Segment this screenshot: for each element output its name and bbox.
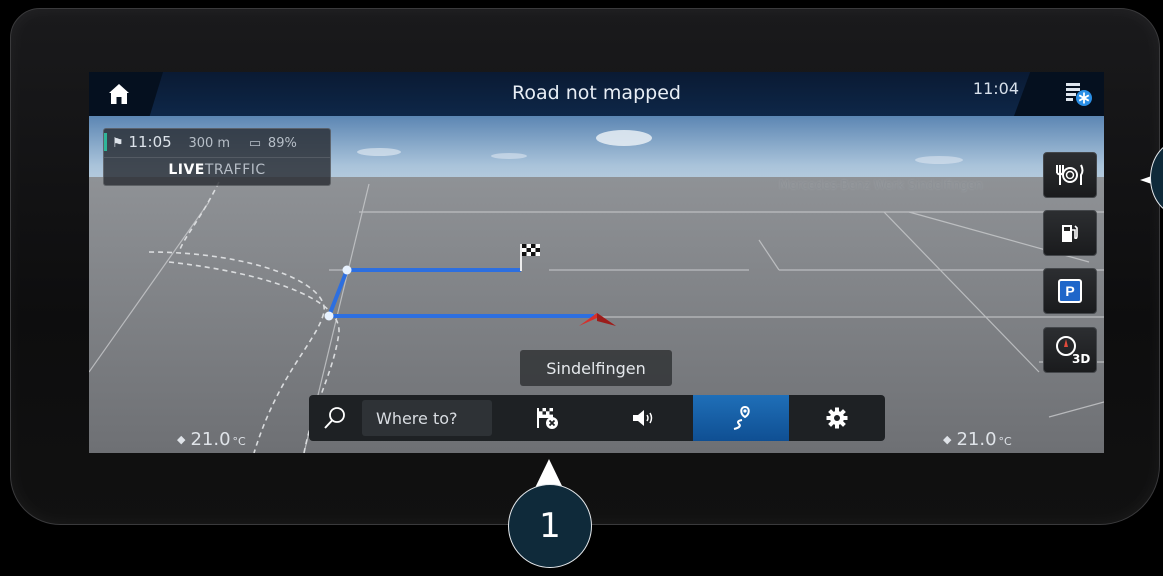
callout-1: 1 [508, 484, 592, 568]
callout-pointers [534, 172, 1163, 490]
